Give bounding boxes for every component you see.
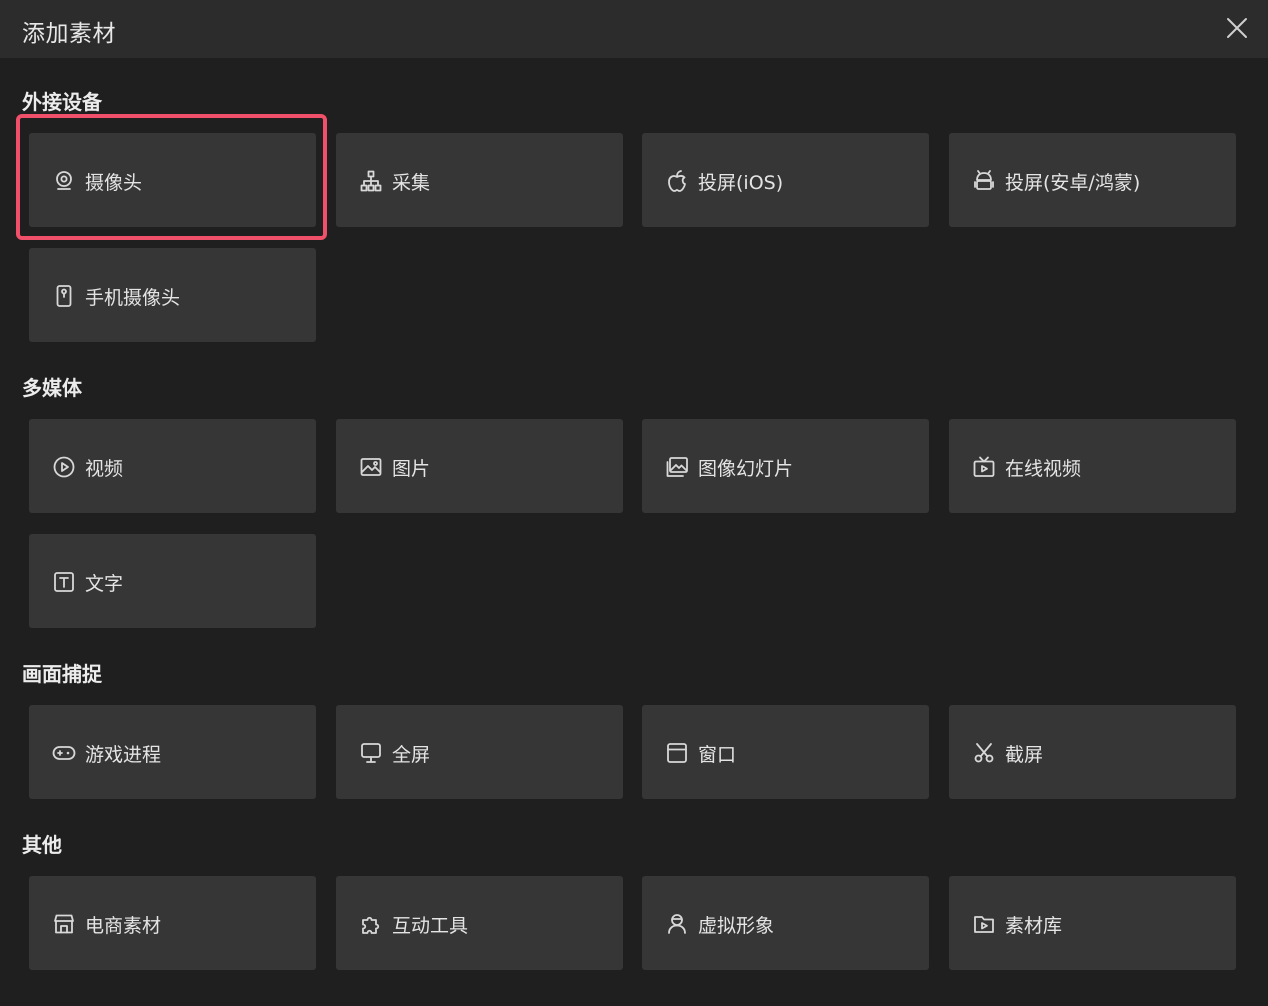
tile-label: 虚拟形象 xyxy=(698,915,775,937)
tile-label: 电商素材 xyxy=(85,915,162,937)
scissors-icon xyxy=(972,741,996,765)
webcam-icon xyxy=(52,169,76,193)
slideshow-icon xyxy=(665,455,689,479)
tile-fullscreen[interactable]: 全屏 xyxy=(336,705,623,799)
tile-capture-card[interactable]: 采集 xyxy=(336,133,623,227)
tile-cast-android[interactable]: 投屏(安卓/鸿蒙) xyxy=(949,133,1236,227)
gamepad-icon xyxy=(52,741,76,765)
tile-game-process[interactable]: 游戏进程 xyxy=(29,705,316,799)
library-icon xyxy=(972,912,996,936)
tile-label: 在线视频 xyxy=(1005,458,1082,480)
tile-text[interactable]: 文字 xyxy=(29,534,316,628)
add-source-dialog: 添加素材 外接设备 摄像头 采集 投屏(iOS) 投屏(安卓/鸿蒙) 手机摄像头… xyxy=(0,0,1268,1006)
window-icon xyxy=(665,741,689,765)
android-icon xyxy=(972,169,996,193)
tile-label: 截屏 xyxy=(1005,744,1044,766)
section-label-multimedia: 多媒体 xyxy=(22,376,82,400)
close-button[interactable] xyxy=(1224,15,1250,41)
apple-icon xyxy=(665,169,689,193)
tile-phone-camera[interactable]: 手机摄像头 xyxy=(29,248,316,342)
tile-ecommerce[interactable]: 电商素材 xyxy=(29,876,316,970)
image-icon xyxy=(359,455,383,479)
tile-label: 摄像头 xyxy=(85,172,143,194)
tv-icon xyxy=(972,455,996,479)
tile-slideshow[interactable]: 图像幻灯片 xyxy=(642,419,929,513)
tile-label: 互动工具 xyxy=(392,915,469,937)
tile-label: 窗口 xyxy=(698,744,737,766)
tile-virtual-avatar[interactable]: 虚拟形象 xyxy=(642,876,929,970)
tile-label: 投屏(iOS) xyxy=(698,172,784,194)
tile-online-video[interactable]: 在线视频 xyxy=(949,419,1236,513)
tile-image[interactable]: 图片 xyxy=(336,419,623,513)
tile-label: 手机摄像头 xyxy=(85,287,181,309)
tile-label: 素材库 xyxy=(1005,915,1063,937)
tile-label: 图像幻灯片 xyxy=(698,458,794,480)
tile-label: 全屏 xyxy=(392,744,431,766)
tile-window[interactable]: 窗口 xyxy=(642,705,929,799)
tile-label: 游戏进程 xyxy=(85,744,162,766)
tile-cast-ios[interactable]: 投屏(iOS) xyxy=(642,133,929,227)
monitor-icon xyxy=(359,741,383,765)
close-icon xyxy=(1227,18,1247,38)
puzzle-icon xyxy=(359,912,383,936)
section-label-other: 其他 xyxy=(22,833,62,857)
tile-label: 采集 xyxy=(392,172,431,194)
tile-camera[interactable]: 摄像头 xyxy=(29,133,316,227)
tile-label: 图片 xyxy=(392,458,431,480)
tile-interactive-tools[interactable]: 互动工具 xyxy=(336,876,623,970)
tile-label: 投屏(安卓/鸿蒙) xyxy=(1005,172,1141,194)
shop-icon xyxy=(52,912,76,936)
avatar-icon xyxy=(665,912,689,936)
hierarchy-icon xyxy=(359,169,383,193)
title-bar: 添加素材 xyxy=(0,0,1268,58)
tile-label: 文字 xyxy=(85,573,124,595)
play-circle-icon xyxy=(52,455,76,479)
tile-material-library[interactable]: 素材库 xyxy=(949,876,1236,970)
phone-camera-icon xyxy=(52,284,76,308)
tile-screenshot[interactable]: 截屏 xyxy=(949,705,1236,799)
tile-video[interactable]: 视频 xyxy=(29,419,316,513)
dialog-title: 添加素材 xyxy=(22,21,116,47)
text-icon xyxy=(52,570,76,594)
tile-label: 视频 xyxy=(85,458,124,480)
section-label-capture: 画面捕捉 xyxy=(22,662,102,686)
section-label-external: 外接设备 xyxy=(22,90,102,114)
